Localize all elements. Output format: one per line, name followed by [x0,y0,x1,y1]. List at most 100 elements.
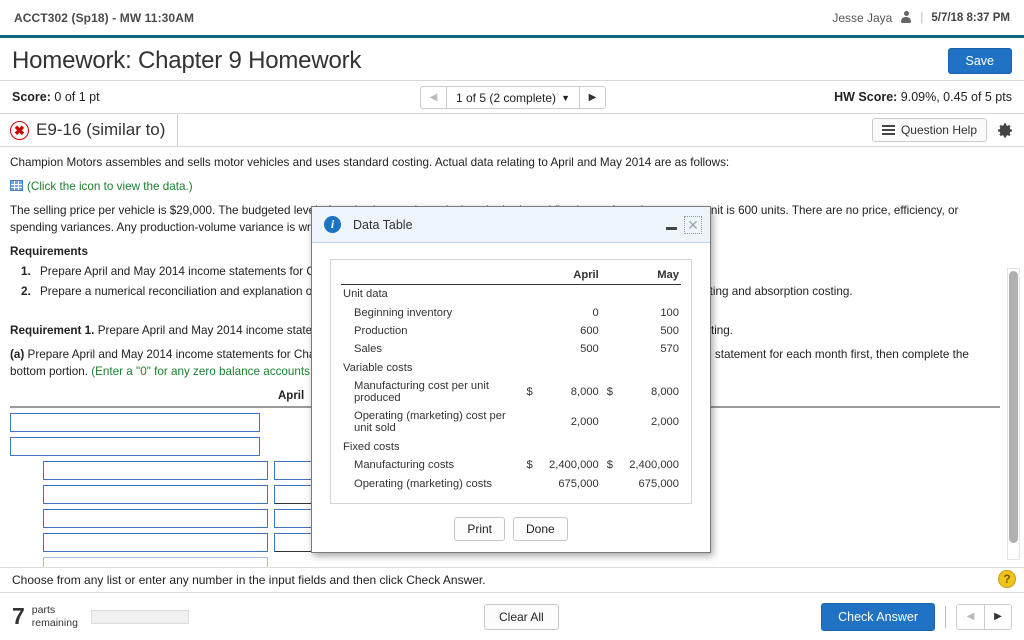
course-title: ACCT302 (Sp18) - MW 11:30AM [14,10,195,25]
data-table-row-label: Unit data [343,288,388,301]
dialog-footer: Print Done [312,506,710,552]
next-question-button[interactable]: ▶ [579,87,605,108]
data-table-row-label: Sales [354,343,382,356]
data-table-april-currency: $ [526,386,533,399]
question-selector[interactable]: 1 of 5 (2 complete) ▼ [446,87,580,108]
parts-remaining-count: 7 [12,603,25,629]
data-table-col-may: May [615,268,681,285]
pager-prev-button[interactable]: ◀ [957,604,984,629]
answer-input-label[interactable] [43,509,268,529]
question-help-label: Question Help [900,123,977,137]
data-table-head: April May [341,268,681,285]
data-table: April May Unit data Beginning inventory 0 1… [341,268,681,493]
help-bubble-icon[interactable]: ? [998,570,1016,588]
answer-column-april: April [278,389,305,402]
data-table-link-text[interactable]: (Click the icon to view the data.) [27,180,193,193]
data-table-row: Manufacturing cost per unit produced $8,0… [341,377,681,407]
data-table-april-value: 2,400,000 [548,459,599,472]
question-intro: Champion Motors assembles and sells moto… [10,156,730,169]
score-display: Score: 0 of 1 pt [12,90,100,104]
data-table-wrapper: April May Unit data Beginning inventory 0 1… [330,259,692,504]
prev-question-button[interactable]: ◀ [421,87,446,108]
data-table-may-value: 675,000 [638,477,679,490]
requirement-1-label: Requirement 1. [10,323,95,337]
pager-next-button[interactable]: ▶ [984,604,1011,629]
answer-input-label[interactable] [43,533,268,553]
close-icon[interactable]: ✕ [684,215,702,234]
data-table-april-value [535,438,601,456]
list-icon [881,125,895,135]
question-selector-label: 1 of 5 (2 complete) [456,90,557,105]
data-table-row-label: Fixed costs [343,440,400,453]
part-a-label: (a) [10,347,25,361]
clear-all-button[interactable]: Clear All [484,603,559,630]
bottom-toolbar: 7 parts remaining Clear All Check Answer… [0,593,1024,640]
data-table-april-currency [521,438,535,456]
answer-input-label[interactable] [10,437,260,457]
question-id: E9-16 (similar to) [36,120,166,139]
data-table-row: Sales 500 570 [341,340,681,358]
save-button[interactable]: Save [947,47,1012,74]
data-table-may-currency [601,322,615,340]
data-table-may-currency [601,285,615,304]
data-table-april-value: 675,000 [558,477,599,490]
answer-input-label[interactable] [43,485,268,505]
user-name[interactable]: Jesse Jaya [832,11,892,25]
hw-score-label: HW Score: [834,90,898,104]
answer-input-label[interactable] [10,413,260,433]
x-circle-icon: ✖ [10,120,29,140]
data-table-row: Operating (marketing) costs 675,000 675,00… [341,474,681,492]
data-table-col-blank [341,268,521,285]
data-table-april-value [535,359,601,377]
hw-score-display: HW Score: 9.09%, 0.45 of 5 pts [834,90,1012,104]
data-table-row: Fixed costs [341,438,681,456]
content-scrollbar[interactable] [1007,268,1020,560]
score-bar: Score: 0 of 1 pt ◀ 1 of 5 (2 complete) ▼… [0,81,1024,114]
data-table-april-value [535,285,601,304]
data-table-may-currency [601,438,615,456]
parts-remaining-line1: parts [31,604,56,617]
scrollbar-thumb[interactable] [1009,271,1018,543]
gear-icon[interactable] [997,122,1014,139]
data-table-april-value: 500 [580,343,599,356]
answer-row [10,557,1000,567]
hw-score-value: 9.09%, 0.45 of 5 pts [900,90,1012,104]
data-table-row: Unit data [341,285,681,304]
data-table-dialog: i Data Table ✕ April May Unit data Begin… [311,206,711,553]
question-navigator: ◀ 1 of 5 (2 complete) ▼ ▶ [420,86,606,109]
person-icon [900,11,912,24]
dialog-body: April May Unit data Beginning inventory 0 1… [312,243,710,506]
answer-input-label[interactable] [43,557,268,567]
print-button[interactable]: Print [454,517,505,541]
data-table-may-currency [601,407,615,437]
check-answer-button[interactable]: Check Answer [821,602,935,631]
data-table-col-april: April [534,268,601,285]
data-table-may-currency [601,340,615,358]
parts-remaining-label: parts remaining [32,604,78,628]
data-table-may-value: 8,000 [651,386,679,399]
grid-table-icon[interactable] [10,179,23,191]
data-table-row-label: Operating (marketing) costs [354,477,493,490]
parts-remaining-group: 7 parts remaining [12,603,189,629]
data-table-row: Manufacturing costs $2,400,000 $2,400,000 [341,456,681,474]
question-help-button[interactable]: Question Help [871,118,987,142]
data-table-may-value [615,285,681,304]
data-table-may-currency [601,359,615,377]
data-table-april-value: 600 [580,324,599,337]
data-table-row: Beginning inventory 0 100 [341,303,681,321]
data-table-row: Production 600 500 [341,322,681,340]
dialog-titlebar[interactable]: i Data Table ✕ [312,207,710,243]
score-value: 0 of 1 pt [54,90,100,104]
answer-input-label[interactable] [43,461,268,481]
data-table-may-currency [601,474,615,492]
question-header: ✖ E9-16 (similar to) Question Help [0,113,1024,147]
progress-bar [90,609,189,624]
bottom-toolbar-right: Check Answer ◀ ▶ [821,602,1012,631]
data-table-row: Variable costs [341,359,681,377]
data-table-may-value [615,359,681,377]
data-table-may-value: 2,000 [651,416,679,429]
data-table-may-value: 100 [660,306,679,319]
data-table-april-currency [521,303,535,321]
minimize-icon[interactable] [663,217,679,233]
done-button[interactable]: Done [513,517,568,541]
